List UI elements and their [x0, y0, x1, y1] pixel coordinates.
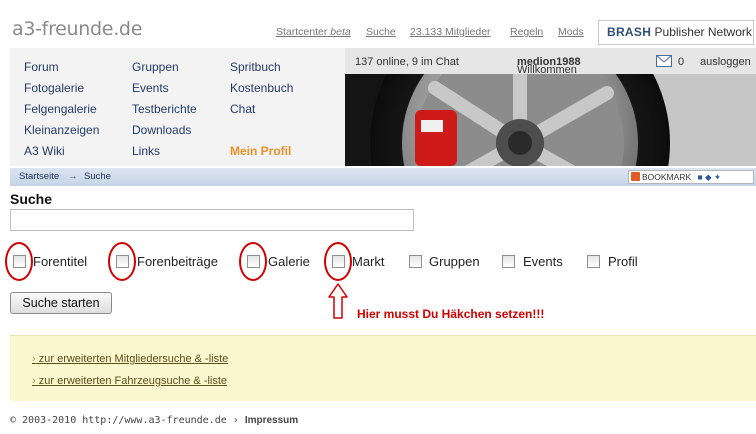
rules-link[interactable]: Regeln: [510, 26, 543, 38]
label-events: Events: [523, 254, 563, 269]
publisher-brand: BRASH: [607, 25, 652, 39]
user-status-bar: 137 online, 9 im Chat Willkommen medion1…: [345, 48, 756, 76]
nav-a3-wiki[interactable]: A3 Wiki: [24, 144, 65, 158]
label-gruppen: Gruppen: [429, 254, 480, 269]
impressum-link[interactable]: Impressum: [245, 415, 298, 426]
publisher-text: Publisher Network: [654, 25, 752, 39]
advanced-search-box: › zur erweiterten Mitgliedersuche & -lis…: [10, 335, 756, 401]
logout-link[interactable]: ausloggen: [700, 56, 751, 68]
nav-mein-profil[interactable]: Mein Profil: [230, 144, 291, 158]
welcome-text: Willkommen medion1988: [517, 56, 581, 76]
search-submit-button[interactable]: Suche starten: [10, 292, 112, 314]
annotation-circle: [5, 242, 33, 281]
nav-spritbuch[interactable]: Spritbuch: [230, 60, 281, 74]
nav-links[interactable]: Links: [132, 144, 160, 158]
annotation-arrow-icon: [328, 283, 348, 319]
nav-felgengalerie[interactable]: Felgengalerie: [24, 102, 97, 116]
publisher-network-banner[interactable]: BRASH Publisher Network: [598, 20, 754, 45]
annotation-circle: [108, 242, 136, 281]
share-icons: ■ ◆ ✦: [697, 172, 722, 182]
checkbox-events[interactable]: [502, 255, 515, 268]
label-markt: Markt: [352, 254, 385, 269]
label-forenbeitraege: Forenbeiträge: [137, 254, 218, 269]
bookmark-button[interactable]: BOOKMARK ■ ◆ ✦: [628, 170, 754, 184]
nav-chat[interactable]: Chat: [230, 102, 255, 116]
search-input[interactable]: [10, 209, 414, 231]
vehicle-search-link[interactable]: › zur erweiterten Fahrzeugsuche & -liste: [32, 375, 227, 387]
annotation-circle: [239, 242, 267, 281]
breadcrumb-current: Suche: [84, 171, 111, 182]
checkbox-gruppen[interactable]: [409, 255, 422, 268]
header-wheel-image: 137 online, 9 im Chat Willkommen medion1…: [345, 48, 756, 166]
online-count: 137 online, 9 im Chat: [355, 56, 459, 68]
nav-events[interactable]: Events: [132, 81, 169, 95]
search-link[interactable]: Suche: [366, 26, 396, 38]
copyright-text: © 2003-2010 http://www.a3-freunde.de ›: [10, 415, 239, 426]
message-count[interactable]: 0: [678, 56, 684, 68]
nav-forum[interactable]: Forum: [24, 60, 59, 74]
breadcrumb-home[interactable]: Startseite: [19, 171, 59, 182]
startcenter-link[interactable]: Startcenter beta: [276, 26, 351, 38]
chevron-right-icon: ›: [32, 353, 36, 365]
bookmark-icon: [631, 172, 640, 181]
chevron-right-icon: ›: [32, 375, 36, 387]
label-forentitel: Forentitel: [33, 254, 88, 269]
nav-downloads[interactable]: Downloads: [132, 123, 191, 137]
nav-gruppen[interactable]: Gruppen: [132, 60, 179, 74]
nav-fotogalerie[interactable]: Fotogalerie: [24, 81, 84, 95]
mods-link[interactable]: Mods: [558, 26, 584, 38]
nav-testberichte[interactable]: Testberichte: [132, 102, 197, 116]
breadcrumb-arrow-icon: →: [68, 171, 78, 182]
bookmark-label: BOOKMARK: [642, 172, 692, 182]
annotation-text: Hier musst Du Häkchen setzen!!!: [357, 307, 545, 321]
footer: © 2003-2010 http://www.a3-freunde.de › I…: [10, 415, 298, 426]
checkbox-profil[interactable]: [587, 255, 600, 268]
page-title: Suche: [10, 191, 53, 207]
beta-label: beta: [330, 26, 351, 38]
nav-kleinanzeigen[interactable]: Kleinanzeigen: [24, 123, 99, 137]
annotation-circle: [324, 242, 352, 281]
label-galerie: Galerie: [268, 254, 310, 269]
nav-kostenbuch[interactable]: Kostenbuch: [230, 81, 293, 95]
label-profil: Profil: [608, 254, 638, 269]
members-link[interactable]: 23.133 Mitglieder: [410, 26, 491, 38]
mail-icon[interactable]: [656, 55, 672, 70]
site-logo[interactable]: a3-freunde.de: [12, 18, 142, 40]
member-search-link[interactable]: › zur erweiterten Mitgliedersuche & -lis…: [32, 353, 228, 365]
